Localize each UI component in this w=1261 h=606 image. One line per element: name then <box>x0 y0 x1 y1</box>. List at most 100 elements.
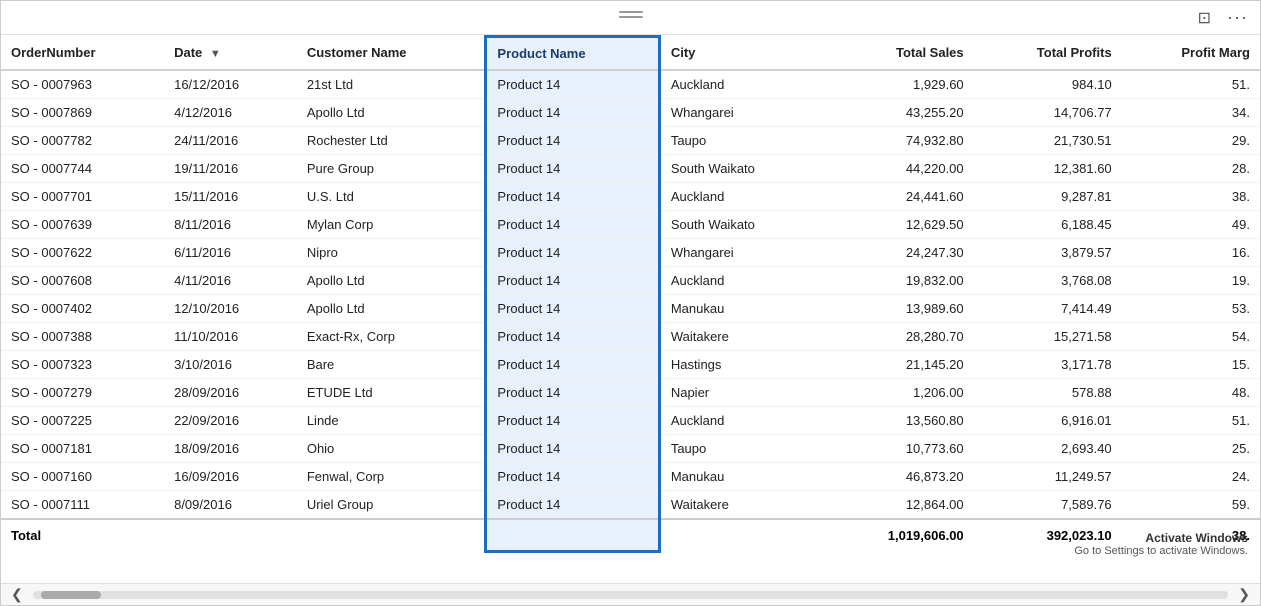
cell-total-profits: 3,171.78 <box>974 351 1122 379</box>
total-sales-value: 1,019,606.00 <box>824 519 974 551</box>
cell-city: Manukau <box>659 463 824 491</box>
total-product <box>486 519 659 551</box>
cell-product-name: Product 14 <box>486 351 659 379</box>
table-row: SO - 00078694/12/2016Apollo LtdProduct 1… <box>1 99 1260 127</box>
total-row: Total 1,019,606.00 392,023.10 38. <box>1 519 1260 551</box>
cell-product-name: Product 14 <box>486 379 659 407</box>
cell-profit-marg: 51. <box>1122 70 1260 99</box>
drag-handle[interactable] <box>619 11 643 18</box>
cell-city: Manukau <box>659 295 824 323</box>
more-icon[interactable]: ··· <box>1223 5 1252 30</box>
table-row: SO - 00076084/11/2016Apollo LtdProduct 1… <box>1 267 1260 295</box>
col-product-name[interactable]: Product Name <box>486 37 659 71</box>
cell-total-sales: 44,220.00 <box>824 155 974 183</box>
cell-order-number: SO - 0007160 <box>1 463 164 491</box>
cell-total-profits: 7,414.49 <box>974 295 1122 323</box>
cell-total-sales: 24,441.60 <box>824 183 974 211</box>
cell-total-sales: 12,864.00 <box>824 491 974 520</box>
cell-city: Hastings <box>659 351 824 379</box>
cell-order-number: SO - 0007782 <box>1 127 164 155</box>
cell-total-sales: 74,932.80 <box>824 127 974 155</box>
table-row: SO - 000770115/11/2016U.S. LtdProduct 14… <box>1 183 1260 211</box>
table-row: SO - 000740212/10/2016Apollo LtdProduct … <box>1 295 1260 323</box>
cell-date: 4/11/2016 <box>164 267 297 295</box>
cell-city: Auckland <box>659 183 824 211</box>
cell-total-sales: 43,255.20 <box>824 99 974 127</box>
cell-total-profits: 984.10 <box>974 70 1122 99</box>
cell-customer-name: Apollo Ltd <box>297 267 486 295</box>
cell-total-profits: 11,249.57 <box>974 463 1122 491</box>
cell-profit-marg: 28. <box>1122 155 1260 183</box>
cell-total-sales: 12,629.50 <box>824 211 974 239</box>
cell-order-number: SO - 0007279 <box>1 379 164 407</box>
col-date[interactable]: Date ▼ <box>164 37 297 71</box>
cell-total-profits: 2,693.40 <box>974 435 1122 463</box>
cell-date: 6/11/2016 <box>164 239 297 267</box>
cell-profit-marg: 24. <box>1122 463 1260 491</box>
scroll-track[interactable] <box>33 591 1229 599</box>
cell-order-number: SO - 0007388 <box>1 323 164 351</box>
cell-product-name: Product 14 <box>486 295 659 323</box>
cell-date: 11/10/2016 <box>164 323 297 351</box>
cell-product-name: Product 14 <box>486 211 659 239</box>
cell-profit-marg: 48. <box>1122 379 1260 407</box>
scroll-thumb[interactable] <box>41 591 101 599</box>
cell-profit-marg: 19. <box>1122 267 1260 295</box>
cell-total-sales: 24,247.30 <box>824 239 974 267</box>
cell-total-profits: 14,706.77 <box>974 99 1122 127</box>
sort-arrow-date: ▼ <box>210 48 221 60</box>
cell-customer-name: Linde <box>297 407 486 435</box>
cell-profit-marg: 49. <box>1122 211 1260 239</box>
cell-total-profits: 3,768.08 <box>974 267 1122 295</box>
table-header-row: OrderNumber Date ▼ Customer Name Product… <box>1 37 1260 71</box>
cell-city: Napier <box>659 379 824 407</box>
cell-product-name: Product 14 <box>486 99 659 127</box>
table-row: SO - 00071118/09/2016Uriel GroupProduct … <box>1 491 1260 520</box>
total-customer <box>297 519 486 551</box>
cell-order-number: SO - 0007608 <box>1 267 164 295</box>
cell-total-sales: 13,989.60 <box>824 295 974 323</box>
scroll-right-arrow[interactable]: ❯ <box>1232 586 1256 603</box>
cell-product-name: Product 14 <box>486 463 659 491</box>
table-row: SO - 000716016/09/2016Fenwal, CorpProduc… <box>1 463 1260 491</box>
cell-order-number: SO - 0007639 <box>1 211 164 239</box>
total-date <box>164 519 297 551</box>
cell-customer-name: Uriel Group <box>297 491 486 520</box>
col-city[interactable]: City <box>659 37 824 71</box>
cell-order-number: SO - 0007181 <box>1 435 164 463</box>
col-order-number[interactable]: OrderNumber <box>1 37 164 71</box>
cell-profit-marg: 53. <box>1122 295 1260 323</box>
col-total-profits[interactable]: Total Profits <box>974 37 1122 71</box>
cell-customer-name: Fenwal, Corp <box>297 463 486 491</box>
cell-order-number: SO - 0007622 <box>1 239 164 267</box>
cell-date: 16/12/2016 <box>164 70 297 99</box>
cell-customer-name: Apollo Ltd <box>297 99 486 127</box>
cell-total-sales: 46,873.20 <box>824 463 974 491</box>
cell-product-name: Product 14 <box>486 323 659 351</box>
cell-profit-marg: 38. <box>1122 183 1260 211</box>
cell-total-sales: 10,773.60 <box>824 435 974 463</box>
cell-product-name: Product 14 <box>486 155 659 183</box>
cell-profit-marg: 59. <box>1122 491 1260 520</box>
horizontal-scrollbar[interactable]: ❮ ❯ <box>1 583 1260 605</box>
col-customer-name[interactable]: Customer Name <box>297 37 486 71</box>
cell-date: 15/11/2016 <box>164 183 297 211</box>
cell-product-name: Product 14 <box>486 127 659 155</box>
cell-customer-name: Mylan Corp <box>297 211 486 239</box>
col-profit-marg[interactable]: Profit Marg <box>1122 37 1260 71</box>
cell-order-number: SO - 0007111 <box>1 491 164 520</box>
cell-city: Taupo <box>659 435 824 463</box>
cell-date: 3/10/2016 <box>164 351 297 379</box>
cell-city: South Waikato <box>659 155 824 183</box>
col-total-sales[interactable]: Total Sales <box>824 37 974 71</box>
fit-icon[interactable]: ⊡ <box>1194 6 1215 30</box>
cell-date: 18/09/2016 <box>164 435 297 463</box>
cell-profit-marg: 15. <box>1122 351 1260 379</box>
cell-customer-name: ETUDE Ltd <box>297 379 486 407</box>
data-table: OrderNumber Date ▼ Customer Name Product… <box>1 35 1260 553</box>
cell-product-name: Product 14 <box>486 183 659 211</box>
scroll-left-arrow[interactable]: ❮ <box>5 586 29 603</box>
cell-date: 28/09/2016 <box>164 379 297 407</box>
cell-product-name: Product 14 <box>486 239 659 267</box>
cell-date: 19/11/2016 <box>164 155 297 183</box>
